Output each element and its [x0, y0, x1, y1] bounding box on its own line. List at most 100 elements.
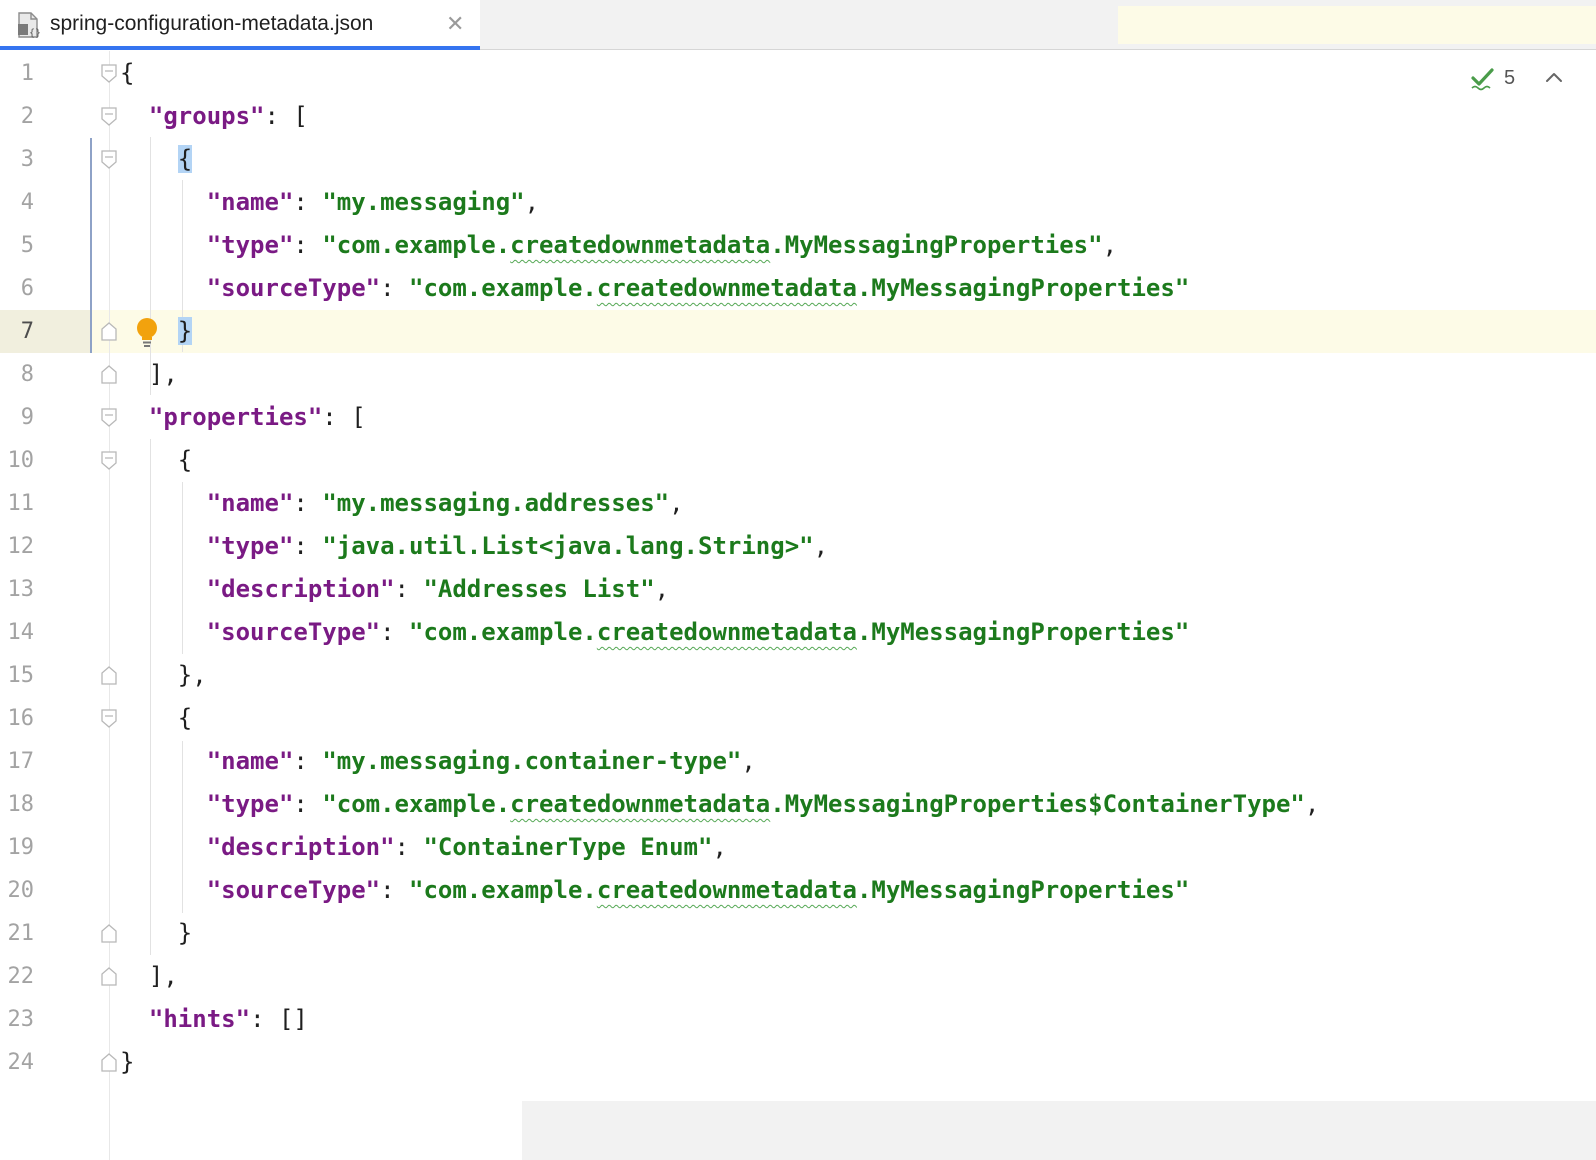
code-line[interactable]: 7 }	[0, 310, 1596, 353]
chevron-up-icon[interactable]	[1523, 67, 1563, 89]
json-string: "com.example.	[322, 790, 511, 818]
json-punctuation	[120, 876, 207, 904]
code-line[interactable]: 5 "type": "com.example.createdownmetadat…	[0, 224, 1596, 267]
code-line[interactable]: 19 "description": "ContainerType Enum",	[0, 826, 1596, 869]
fold-end-icon[interactable]	[101, 967, 117, 986]
fold-end-icon[interactable]	[101, 365, 117, 384]
line-number[interactable]: 19	[0, 826, 35, 869]
code-line[interactable]: 22 ],	[0, 955, 1596, 998]
line-number[interactable]: 12	[0, 525, 35, 568]
code-line[interactable]: 10 {	[0, 439, 1596, 482]
json-string: createdownmetadata	[596, 274, 857, 302]
json-punctuation	[120, 790, 207, 818]
json-string: "com.example.	[409, 274, 597, 302]
code-text: {	[120, 52, 134, 95]
json-key: "type"	[206, 231, 294, 259]
line-number[interactable]: 11	[0, 482, 35, 525]
json-string: "my.messaging.container-type"	[322, 747, 742, 775]
code-text: "sourceType": "com.example.createdownmet…	[120, 869, 1190, 912]
json-string: "com.example.	[409, 618, 597, 646]
line-number[interactable]: 15	[0, 654, 35, 697]
line-number[interactable]: 21	[0, 912, 35, 955]
json-string: createdownmetadata	[510, 790, 771, 818]
code-line[interactable]: 16 {	[0, 697, 1596, 740]
code-text: }	[120, 912, 192, 955]
json-string: "com.example.	[322, 231, 511, 259]
fold-end-icon[interactable]	[101, 924, 117, 943]
json-punctuation	[120, 231, 207, 259]
code-line[interactable]: 6 "sourceType": "com.example.createdownm…	[0, 267, 1596, 310]
json-punctuation: ,	[712, 833, 727, 861]
code-line[interactable]: 18 "type": "com.example.createdownmetada…	[0, 783, 1596, 826]
code-text: "name": "my.messaging.addresses",	[120, 482, 684, 525]
json-punctuation: {	[120, 59, 135, 87]
editor-notification-strip	[1118, 6, 1596, 44]
code-line[interactable]: 14 "sourceType": "com.example.createdown…	[0, 611, 1596, 654]
tab-spring-configuration-metadata[interactable]: {} spring-configuration-metadata.json ✕	[0, 0, 480, 50]
code-line[interactable]: 15 },	[0, 654, 1596, 697]
code-line[interactable]: 3 {	[0, 138, 1596, 181]
line-number[interactable]: 13	[0, 568, 35, 611]
fold-end-icon[interactable]	[101, 666, 117, 685]
code-line[interactable]: 9 "properties": [	[0, 396, 1596, 439]
json-string: .MyMessagingProperties"	[856, 274, 1190, 302]
fold-collapse-icon[interactable]	[101, 709, 117, 728]
line-number[interactable]: 14	[0, 611, 35, 654]
inspection-widget[interactable]: 5	[1470, 65, 1563, 91]
line-number[interactable]: 24	[0, 1041, 35, 1084]
line-number[interactable]: 22	[0, 955, 35, 998]
code-line[interactable]: 23 "hints": []	[0, 998, 1596, 1041]
json-key: "groups"	[148, 102, 265, 130]
line-number[interactable]: 10	[0, 439, 35, 482]
code-line[interactable]: 8 ],	[0, 353, 1596, 396]
code-line[interactable]: 17 "name": "my.messaging.container-type"…	[0, 740, 1596, 783]
code-line[interactable]: 20 "sourceType": "com.example.createdown…	[0, 869, 1596, 912]
code-text: },	[120, 654, 207, 697]
line-number[interactable]: 5	[0, 224, 34, 267]
editor-tab-bar: {} spring-configuration-metadata.json ✕	[0, 0, 1596, 50]
fold-collapse-icon[interactable]	[101, 451, 117, 470]
json-string: "ContainerType Enum"	[423, 833, 713, 861]
code-line[interactable]: 12 "type": "java.util.List<java.lang.Str…	[0, 525, 1596, 568]
code-editor[interactable]: 1{2 "groups": [3 {4 "name": "my.messagin…	[0, 51, 1596, 1160]
json-punctuation: ,	[654, 575, 670, 603]
close-icon[interactable]: ✕	[446, 11, 464, 37]
code-line[interactable]: 21 }	[0, 912, 1596, 955]
json-punctuation: ],	[120, 360, 178, 388]
line-number[interactable]: 16	[0, 697, 35, 740]
line-number[interactable]: 23	[0, 998, 35, 1041]
json-punctuation	[120, 403, 149, 431]
line-number[interactable]: 4	[0, 181, 34, 224]
json-key: "sourceType"	[206, 274, 381, 302]
json-punctuation: {	[177, 145, 193, 173]
code-line[interactable]: 4 "name": "my.messaging",	[0, 181, 1596, 224]
line-number[interactable]: 8	[0, 353, 34, 396]
json-key: "hints"	[148, 1005, 251, 1033]
fold-collapse-icon[interactable]	[101, 150, 117, 169]
fold-end-icon[interactable]	[101, 1053, 117, 1072]
fold-collapse-icon[interactable]	[101, 408, 117, 427]
line-number[interactable]: 1	[0, 52, 34, 95]
code-line[interactable]: 2 "groups": [	[0, 95, 1596, 138]
fold-collapse-icon[interactable]	[101, 107, 117, 126]
json-string: createdownmetadata	[510, 231, 771, 259]
line-number[interactable]: 7	[0, 310, 34, 353]
line-number[interactable]: 9	[0, 396, 34, 439]
line-number[interactable]: 3	[0, 138, 34, 181]
code-line[interactable]: 1{	[0, 52, 1596, 95]
code-line[interactable]: 13 "description": "Addresses List",	[0, 568, 1596, 611]
line-number[interactable]: 6	[0, 267, 34, 310]
code-line[interactable]: 24}	[0, 1041, 1596, 1084]
line-number[interactable]: 18	[0, 783, 35, 826]
line-number[interactable]: 20	[0, 869, 35, 912]
json-punctuation: }	[177, 317, 193, 345]
fold-collapse-icon[interactable]	[101, 64, 117, 83]
json-key: "description"	[206, 833, 395, 861]
line-number[interactable]: 17	[0, 740, 35, 783]
line-number[interactable]: 2	[0, 95, 34, 138]
json-punctuation: ],	[120, 962, 178, 990]
code-line[interactable]: 11 "name": "my.messaging.addresses",	[0, 482, 1596, 525]
fold-end-icon[interactable]	[101, 322, 117, 341]
code-text: "groups": [	[120, 95, 308, 138]
json-key: "sourceType"	[206, 876, 381, 904]
